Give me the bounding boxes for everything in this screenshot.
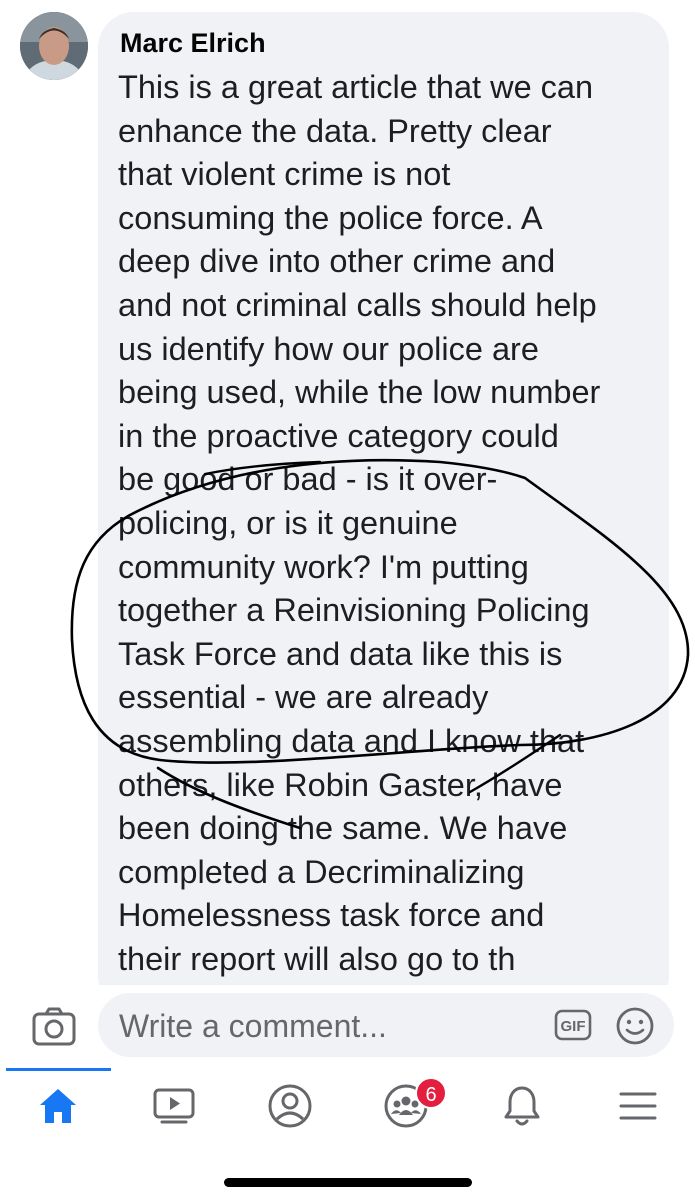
comment-line: This is a great article that we can bbox=[118, 69, 594, 105]
profile-icon bbox=[268, 1084, 312, 1128]
comment-line: been doing the same. We have bbox=[118, 810, 568, 847]
comment-line: policing, or is it genuine bbox=[118, 504, 458, 541]
comment-line: assembling data and I know that bbox=[118, 722, 585, 759]
comment-line: completed a Decriminalizing bbox=[118, 853, 525, 890]
bottom-tab-bar bbox=[0, 1068, 695, 1150]
comment-line: others, like Robin Gaster, have bbox=[118, 766, 563, 803]
comment-line: consuming the police force. A bbox=[118, 199, 543, 236]
comment-line: together a Reinvisioning Policing bbox=[118, 592, 590, 629]
gif-icon[interactable]: GIF bbox=[554, 1008, 592, 1042]
tab-home[interactable] bbox=[30, 1080, 86, 1132]
comment-line: enhance the data. Pretty clear bbox=[118, 112, 552, 149]
comment-line: community work? I'm putting bbox=[118, 548, 529, 585]
home-indicator bbox=[224, 1178, 472, 1187]
home-icon bbox=[40, 1089, 76, 1123]
tab-menu[interactable] bbox=[610, 1080, 666, 1132]
comment-line: Task Force and data like this is bbox=[118, 635, 563, 672]
comment-line: in the proactive category could bbox=[118, 417, 559, 454]
camera-icon[interactable] bbox=[30, 1005, 78, 1049]
comment-author[interactable]: Marc Elrich bbox=[120, 28, 266, 59]
menu-icon bbox=[619, 1092, 657, 1120]
comment-input-placeholder[interactable]: Write a comment... bbox=[119, 1008, 387, 1045]
comment-line: being used, while the low number bbox=[118, 374, 601, 411]
bell-icon bbox=[504, 1086, 540, 1126]
comment-line: be good or bad - is it over- bbox=[118, 461, 498, 498]
comment-line: essential - we are already bbox=[118, 679, 489, 716]
comment-line: that violent crime is not bbox=[118, 156, 451, 193]
avatar[interactable] bbox=[20, 12, 88, 80]
groups-notification-badge: 6 bbox=[415, 1077, 447, 1109]
comment-line: us identify how our police are bbox=[118, 330, 539, 367]
comment-line: deep dive into other crime and bbox=[118, 243, 556, 280]
tab-profile[interactable] bbox=[262, 1080, 318, 1132]
comment-line: Homelessness task force and bbox=[118, 897, 545, 934]
emoji-icon[interactable] bbox=[615, 1006, 655, 1046]
comment-line: and not criminal calls should help bbox=[118, 286, 597, 323]
comment-body: This is a great article that we can enhan… bbox=[118, 66, 663, 981]
gif-label: GIF bbox=[561, 1018, 586, 1035]
video-icon bbox=[153, 1088, 195, 1124]
active-tab-indicator bbox=[6, 1068, 111, 1071]
comment-line: their report will also go to th bbox=[118, 940, 516, 977]
comment-thread: Marc Elrich This is a great article that… bbox=[0, 0, 695, 985]
tab-notifications[interactable] bbox=[494, 1080, 550, 1132]
tab-watch[interactable] bbox=[146, 1080, 202, 1132]
